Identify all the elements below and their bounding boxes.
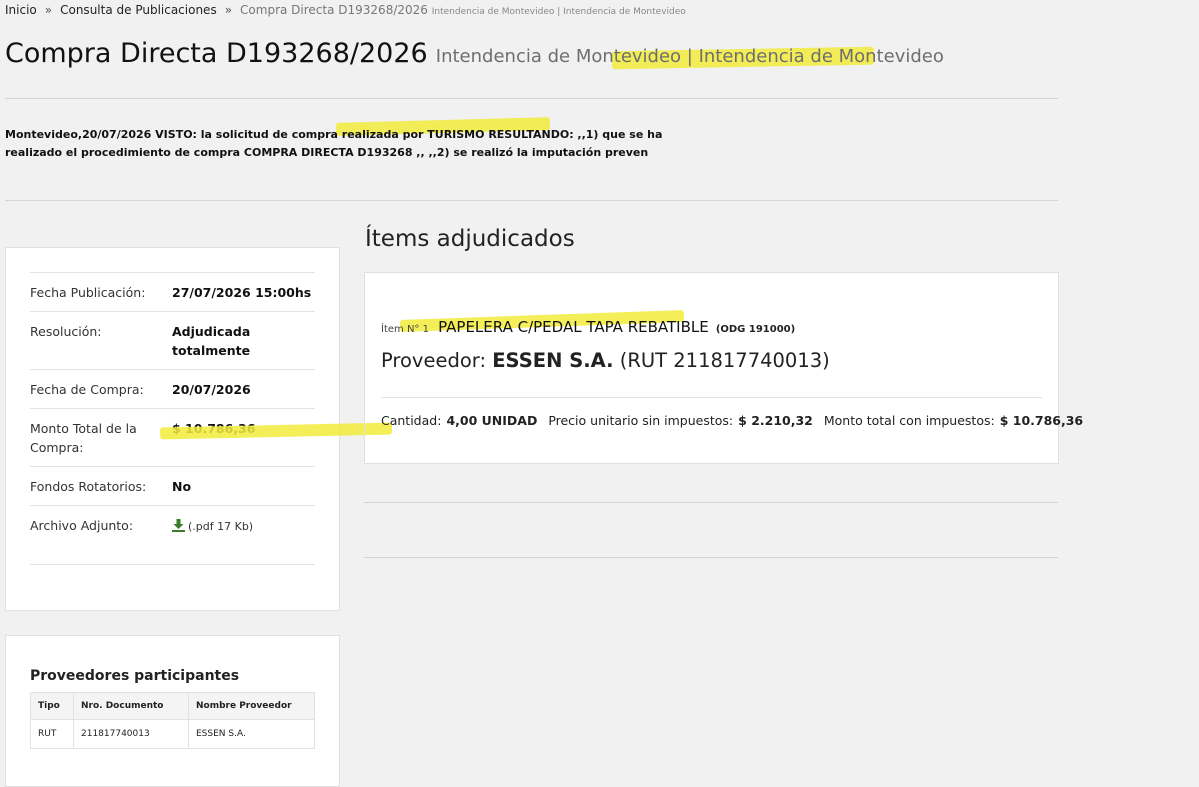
column-header-tipo: Tipo [30,692,74,720]
divider [364,557,1058,558]
breadcrumb-current: Compra Directa D193268/2026 [240,3,428,17]
provider-label: Proveedor: [381,349,487,372]
divider [30,505,315,506]
divider [30,564,315,565]
table-cell-tipo: RUT [30,719,74,749]
detail-label: Fecha Publicación: [30,285,146,300]
quantity-label: Cantidad: [381,413,442,428]
column-header-documento: Nro. Documento [73,692,189,720]
divider [30,311,315,312]
divider [30,466,315,467]
awarded-item-card: Ítem N° 1 PAPELERA C/PEDAL TAPA REBATIBL… [364,272,1083,464]
detail-value: No [172,479,192,494]
item-provider: Proveedor: ESSEN S.A. (RUT 211817740013) [381,349,830,372]
breadcrumb-separator: » [224,3,233,17]
page-title-subtitle: Intendencia de Montevideo | Intendencia … [435,46,944,67]
attachment-download-link[interactable]: (.pdf 17 Kb) [172,516,317,537]
providers-title: Proveedores participantes [30,668,240,684]
divider [5,98,1058,99]
item-quantity-price: Cantidad: 4,00 UNIDAD Precio unitario sin… [381,413,1090,428]
page-title: Compra Directa D193268/2026 Intendencia … [5,38,944,69]
item-number: Ítem N° 1 [381,324,429,335]
table-header-row: Tipo Nro. Documento Nombre Proveedor [30,692,315,720]
total-amount-label: Monto total con impuestos: [823,413,995,428]
purchase-summary-text: Montevideo,20/07/2026 VISTO: la solicitu… [5,128,663,159]
download-icon[interactable] [172,518,185,537]
table-cell-nombre: ESSEN S.A. [188,719,315,749]
breadcrumb-section-link[interactable]: Consulta de Publicaciones [60,3,217,17]
table-cell-documento: 211817740013 [73,719,189,749]
table-row: RUT 211817740013 ESSEN S.A. [30,719,315,749]
divider [5,200,1058,201]
detail-label: Resolución: [30,324,102,339]
item-header: Ítem N° 1 PAPELERA C/PEDAL TAPA REBATIBL… [381,317,795,336]
detail-label: Fecha de Compra: [30,382,144,397]
quantity-value: 4,00 UNIDAD [446,413,538,428]
attachment-file-info: (.pdf 17 Kb) [188,520,254,533]
item-code: (ODG 191000) [715,324,796,335]
divider [30,408,315,409]
detail-label: Fondos Rotatorios: [30,479,147,494]
detail-label: Archivo Adjunto: [30,518,134,533]
detail-value: 27/07/2026 15:00hs [172,285,312,300]
unit-price-label: Precio unitario sin impuestos: [548,413,734,428]
divider [381,397,1042,398]
provider-rut: (RUT 211817740013) [619,349,830,372]
divider [30,272,315,273]
awarded-items-title: Ítems adjudicados [365,226,575,252]
detail-value: 20/07/2026 [172,382,251,397]
breadcrumb-home-link[interactable]: Inicio [5,3,37,17]
total-amount-value: $ 10.786,36 [999,413,1084,428]
participating-providers-card: Proveedores participantes Tipo Nro. Docu… [5,635,340,787]
breadcrumb: Inicio » Consulta de Publicaciones » Compra … [5,3,686,17]
column-header-nombre: Nombre Proveedor [188,692,315,720]
detail-label: Monto Total de la Compra: [30,421,137,455]
item-name: PAPELERA C/PEDAL TAPA REBATIBLE [438,318,709,336]
detail-value: Adjudicada totalmente [172,324,251,358]
providers-table: Tipo Nro. Documento Nombre Proveedor RUT… [30,692,315,749]
divider [364,502,1058,503]
unit-price-value: $ 2.210,32 [738,413,813,428]
page-title-main: Compra Directa D193268/2026 [5,38,428,69]
divider [30,369,315,370]
provider-name: ESSEN S.A. [492,349,614,372]
breadcrumb-separator: » [44,3,53,17]
breadcrumb-current-sub: Intendencia de Montevideo | Intendencia … [431,7,686,17]
